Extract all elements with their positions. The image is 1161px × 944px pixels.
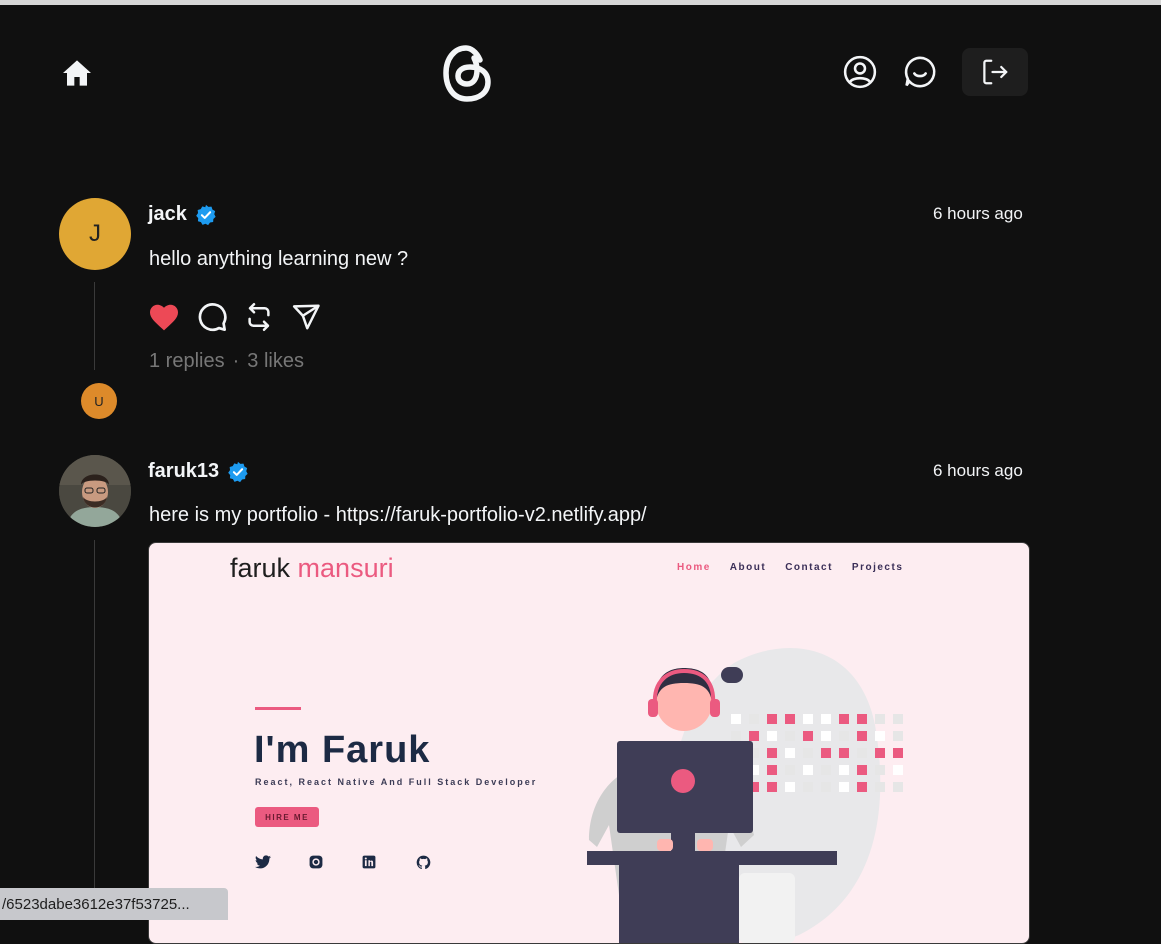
preview-nav: Home About Contact Projects (677, 562, 903, 573)
user-profile-icon[interactable] (840, 52, 880, 92)
verified-badge-icon (195, 204, 217, 226)
post-author: jack (148, 203, 217, 226)
status-url: /6523dabe3612e37f53725... (2, 895, 190, 913)
linkedin-icon (362, 855, 376, 869)
preview-nav-home: Home (677, 562, 711, 573)
post-image-preview[interactable]: faruk mansuri Home About Contact Project… (148, 542, 1030, 944)
thread-line (94, 540, 95, 920)
preview-subtitle: React, React Native And Full Stack Devel… (255, 777, 538, 787)
replies-count[interactable]: 1 replies (149, 350, 225, 372)
preview-title: I'm Faruk (254, 729, 431, 771)
verified-badge-icon (227, 461, 249, 483)
preview-nav-contact: Contact (785, 562, 833, 573)
github-icon (416, 855, 431, 870)
avatar-initial: J (89, 220, 101, 247)
likes-count[interactable]: 3 likes (247, 350, 304, 372)
like-heart-icon[interactable] (148, 302, 180, 332)
post-time: 6 hours ago (933, 461, 1023, 480)
share-icon[interactable] (290, 302, 322, 332)
repost-icon[interactable] (244, 301, 274, 333)
post-actions (148, 301, 322, 333)
post-text: here is my portfolio - https://faruk-por… (149, 504, 647, 526)
preview-nav-about: About (729, 562, 767, 573)
avatar[interactable]: J (59, 198, 131, 270)
preview-nav-projects: Projects (851, 562, 904, 573)
chat-icon[interactable] (900, 52, 940, 92)
logout-button[interactable] (962, 48, 1028, 96)
browser-top-border (0, 0, 1161, 5)
post-stats: 1 replies · 3 likes (149, 350, 304, 373)
preview-accent-bar (255, 707, 301, 710)
preview-logo: faruk mansuri (230, 553, 394, 583)
instagram-icon (309, 855, 323, 869)
username[interactable]: jack (148, 203, 187, 226)
browser-status-bar: /6523dabe3612e37f53725... (0, 888, 228, 920)
reply-avatar-initial: U (94, 393, 104, 409)
avatar[interactable] (59, 455, 131, 527)
separator-dot: · (232, 350, 240, 372)
twitter-icon (255, 855, 271, 869)
home-icon[interactable] (58, 54, 96, 92)
preview-developer-illustration (587, 647, 903, 943)
logout-icon (980, 57, 1010, 87)
reply-avatar[interactable]: U (81, 383, 117, 419)
username[interactable]: faruk13 (148, 460, 219, 483)
preview-hire-button: HIRE ME (255, 807, 319, 827)
post-text: hello anything learning new ? (149, 248, 409, 270)
post-time: 6 hours ago (933, 204, 1023, 223)
comment-icon[interactable] (196, 301, 228, 333)
threads-logo-icon[interactable] (438, 40, 498, 106)
thread-line (94, 282, 95, 370)
post-author: faruk13 (148, 460, 249, 483)
